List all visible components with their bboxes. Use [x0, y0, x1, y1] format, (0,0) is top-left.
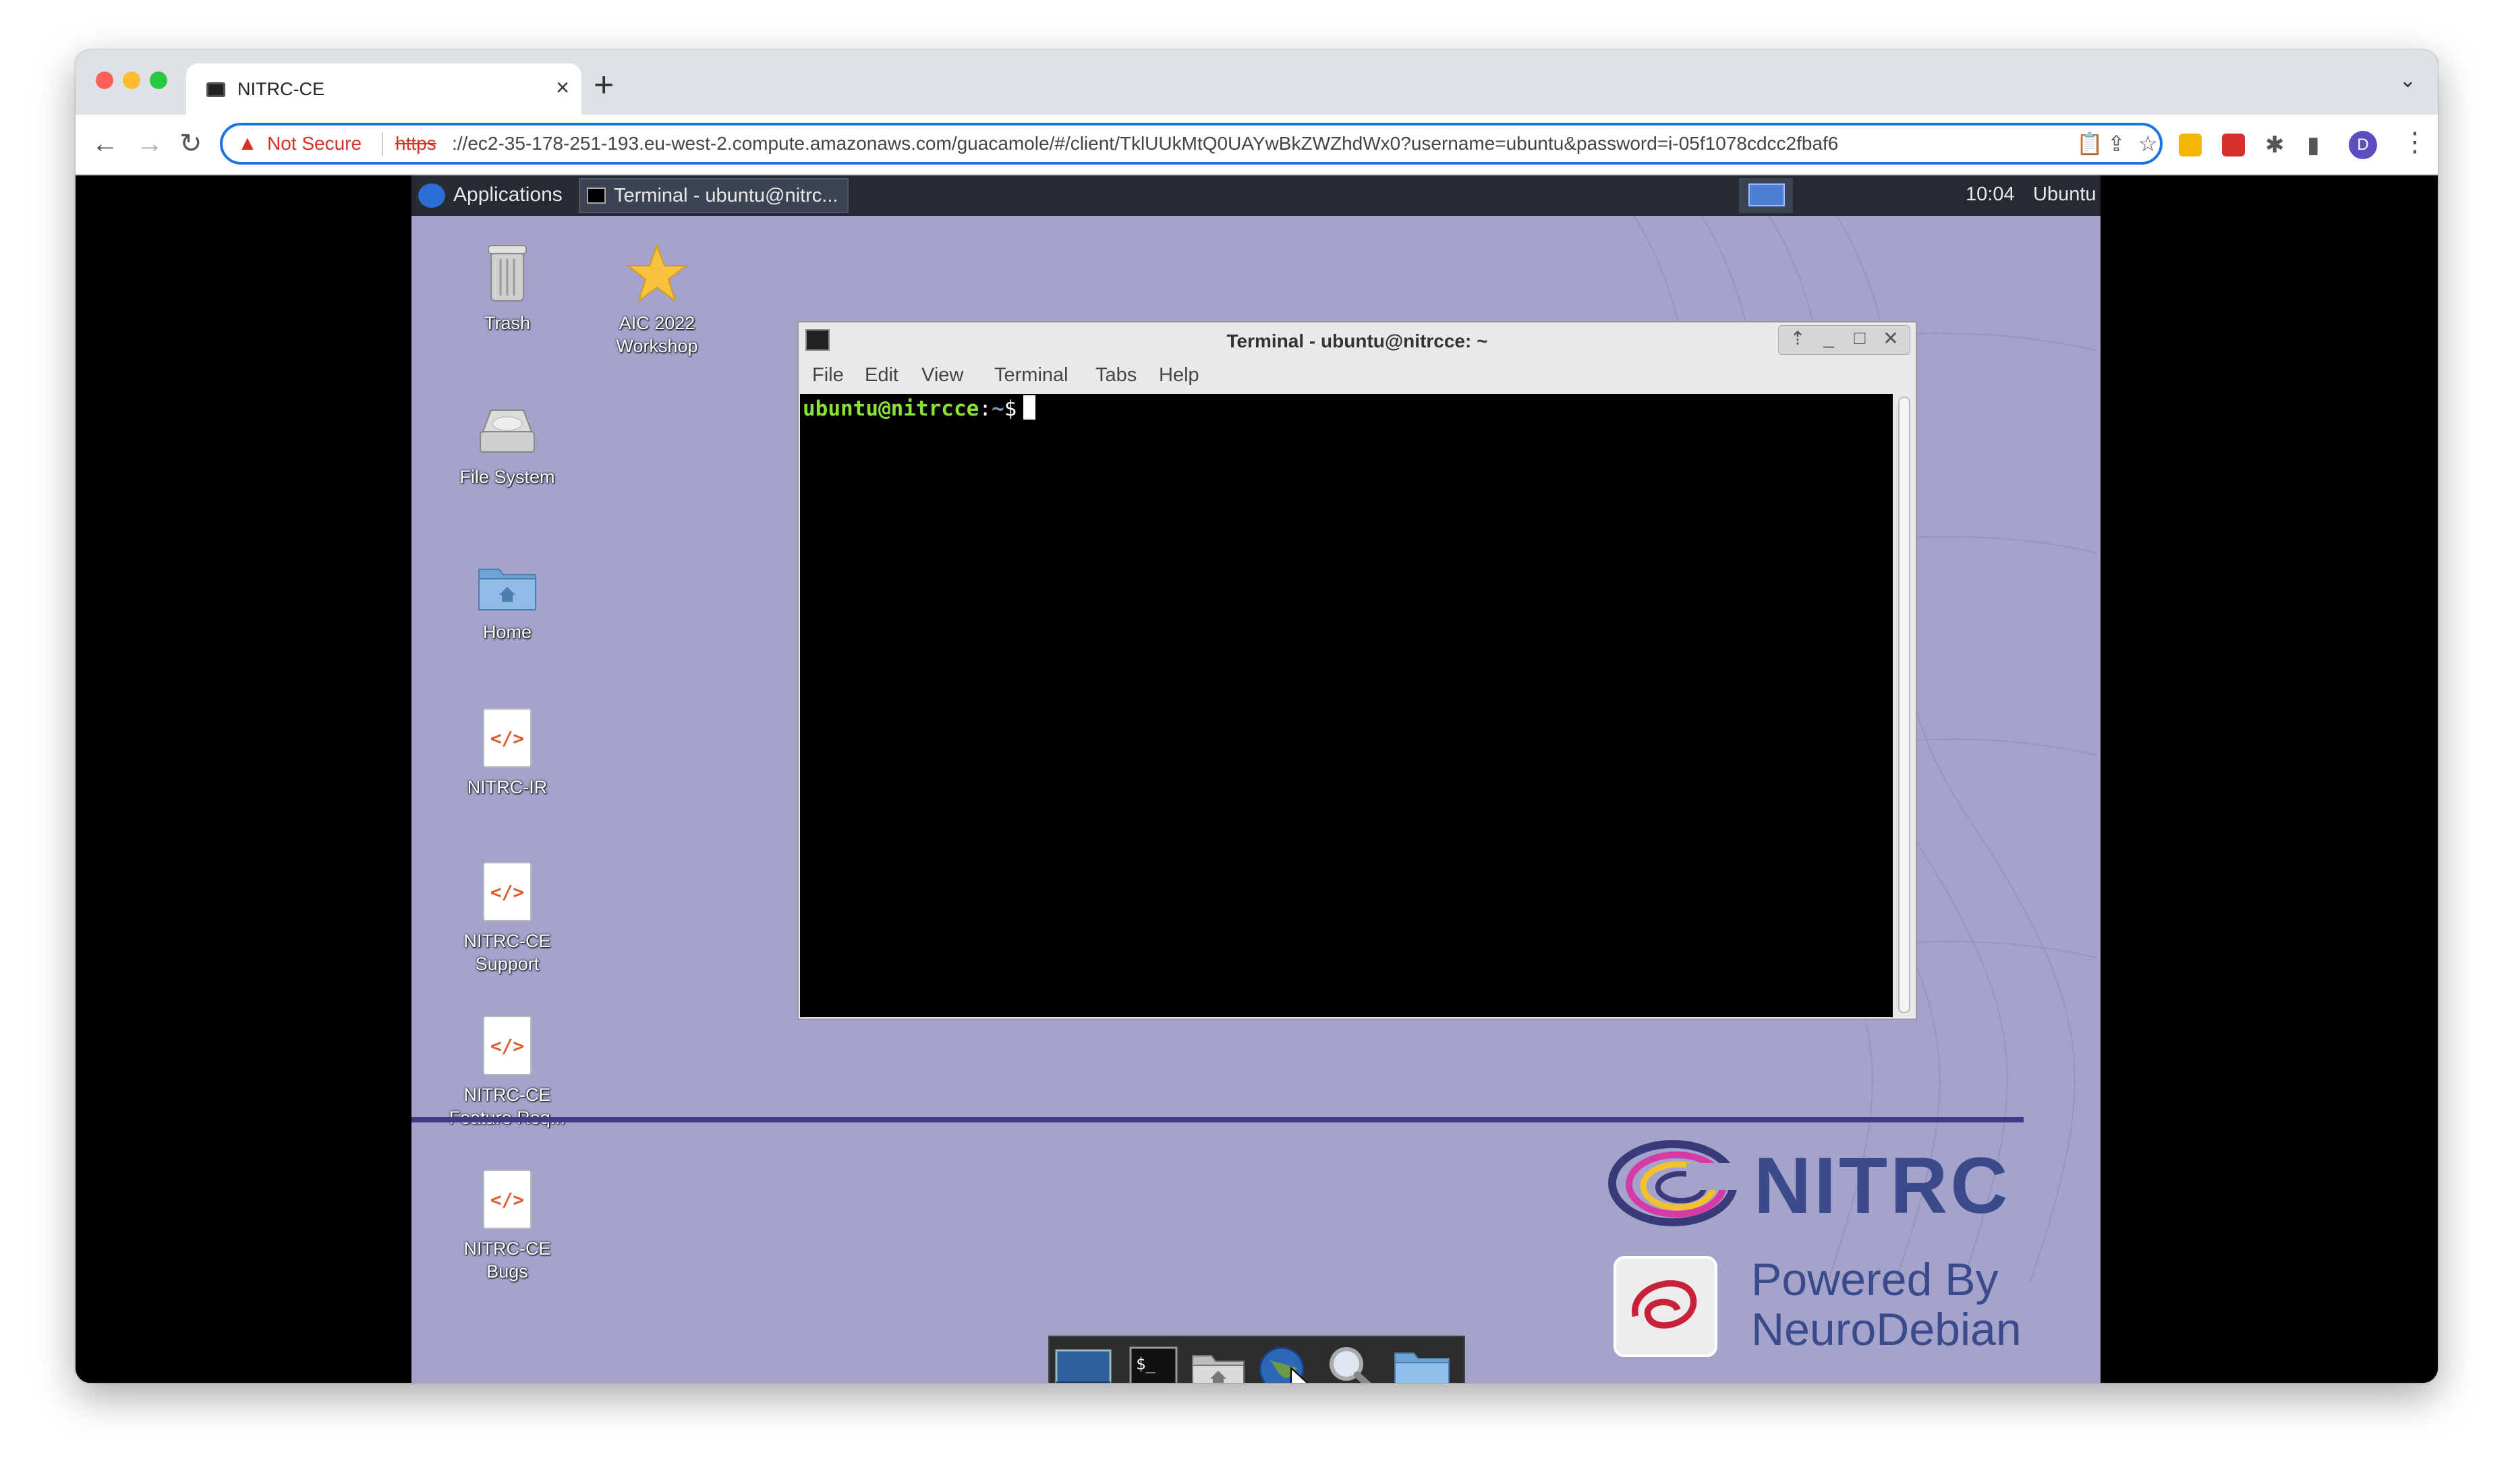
terminal-window[interactable]: Terminal - ubuntu@nitrcce: ~ ⇡ _ □ ✕ Fil… — [797, 321, 1917, 1020]
support-label-line2: Support — [475, 954, 540, 974]
back-icon[interactable]: ← — [92, 127, 119, 161]
show-desktop-icon[interactable] — [1054, 1344, 1113, 1383]
side-panel-icon[interactable]: ▮ — [2307, 128, 2320, 162]
search-icon[interactable] — [1322, 1344, 1381, 1383]
neurodebian-text: NeuroDebian — [1751, 1304, 2022, 1355]
bugs-label-line1: NITRC-CE — [463, 1238, 551, 1259]
terminal-icon — [587, 188, 606, 204]
new-tab-button[interactable]: + — [594, 66, 614, 104]
minimize-window-button[interactable] — [123, 72, 140, 89]
terminal-scrollbar[interactable] — [1898, 397, 1910, 1013]
trash-icon — [488, 245, 527, 302]
neurodebian-logo-icon — [1614, 1256, 1717, 1357]
wallpaper-divider — [411, 1117, 2024, 1122]
menu-help[interactable]: Help — [1159, 364, 1199, 387]
text-cursor — [1023, 395, 1036, 420]
maximize-icon[interactable]: □ — [1846, 327, 1873, 349]
chevron-down-icon[interactable]: ⌄ — [2399, 69, 2416, 92]
html-file-icon: </> — [483, 862, 532, 921]
tab-strip: NITRC-CE × + ⌄ — [76, 50, 2438, 115]
shell-prompt: ubuntu@nitrcce:~$ — [803, 395, 1036, 421]
puzzle-extensions-icon[interactable]: ✱ — [2265, 128, 2285, 162]
home-folder-launcher-icon[interactable] — [1189, 1344, 1248, 1383]
terminal-menubar: File Edit View Terminal Tabs Help — [799, 358, 1916, 393]
home-label: Home — [482, 622, 532, 642]
filesystem-label: File System — [459, 467, 555, 487]
browser-tab[interactable]: NITRC-CE × — [186, 63, 581, 115]
applications-menu[interactable]: Applications — [411, 175, 563, 216]
terminal-screen[interactable]: ubuntu@nitrcce:~$ — [800, 394, 1893, 1017]
workspace-switcher[interactable] — [1739, 178, 1793, 213]
powered-by-text: Powered By — [1751, 1254, 1999, 1305]
web-browser-globe-icon[interactable] — [1255, 1344, 1314, 1383]
taskbar-terminal-button[interactable]: Terminal - ubuntu@nitrc... — [579, 178, 849, 213]
file-manager-folder-icon[interactable] — [1392, 1344, 1452, 1383]
taskbar-terminal-label: Terminal - ubuntu@nitrc... — [614, 185, 838, 206]
terminal-title: Terminal - ubuntu@nitrcce: ~ — [1226, 331, 1488, 351]
hard-drive-icon — [480, 409, 535, 453]
prompt-symbol: $ — [1004, 397, 1017, 421]
trash-label: Trash — [484, 313, 530, 333]
not-secure-label[interactable]: Not Secure — [267, 133, 362, 154]
html-file-icon: </> — [483, 1016, 532, 1075]
star-icon — [626, 244, 688, 303]
browser-window: NITRC-CE × + ⌄ ← → ↻ ▲ Not Secure https … — [76, 50, 2438, 1383]
nitrc-ir-label: NITRC-IR — [467, 777, 548, 797]
workspace-icon — [1748, 183, 1785, 206]
nitrc-logo-icon — [1608, 1140, 1740, 1226]
url-scheme: https — [395, 133, 436, 154]
panel-clock[interactable]: 10:04 — [1966, 183, 2015, 206]
menu-terminal[interactable]: Terminal — [994, 364, 1068, 387]
home-folder-icon — [478, 569, 536, 610]
prompt-path: ~ — [991, 397, 1004, 421]
browser-toolbar: ← → ↻ ▲ Not Secure https ://ec2-35-178-2… — [76, 115, 2438, 175]
html-file-icon: </> — [483, 1170, 532, 1229]
profile-avatar[interactable]: D — [2349, 131, 2377, 159]
clipboard-icon[interactable]: 📋 — [2076, 131, 2103, 156]
reload-icon[interactable]: ↻ — [179, 127, 202, 161]
terminal-launcher-icon[interactable]: $_ — [1124, 1344, 1183, 1383]
svg-text:$_: $_ — [1136, 1354, 1155, 1373]
extension-icon[interactable] — [2222, 134, 2245, 156]
address-separator — [382, 132, 383, 156]
share-icon[interactable]: ⇪ — [2107, 131, 2125, 156]
bugs-label-line2: Bugs — [486, 1261, 528, 1282]
extension-icon[interactable] — [2179, 134, 2202, 156]
panel-user[interactable]: Ubuntu — [2033, 183, 2096, 206]
html-file-icon: </> — [483, 708, 532, 768]
minimize-icon[interactable]: _ — [1815, 327, 1842, 349]
prompt-separator: : — [979, 397, 992, 421]
address-bar[interactable]: ▲ Not Secure https ://ec2-35-178-251-193… — [220, 123, 2163, 165]
prompt-user: ubuntu@nitrcce — [803, 397, 979, 421]
more-menu-icon[interactable]: ⋮ — [2401, 127, 2428, 158]
menu-view[interactable]: View — [921, 364, 963, 387]
applications-label: Applications — [453, 183, 563, 206]
tab-title: NITRC-CE — [237, 79, 324, 99]
warning-icon: ▲ — [237, 132, 258, 154]
terminal-favicon-icon — [206, 82, 225, 97]
tab-close-button[interactable]: × — [556, 74, 569, 101]
close-window-button[interactable] — [96, 72, 113, 89]
forward-icon[interactable]: → — [136, 127, 163, 161]
bottom-dock: $_ — [1048, 1336, 1465, 1383]
workshop-label-line2: Workshop — [616, 336, 698, 356]
remote-desktop[interactable]: Applications Terminal - ubuntu@nitrc... … — [411, 175, 2101, 1383]
close-icon[interactable]: ✕ — [1877, 327, 1904, 349]
url-text: ://ec2-35-178-251-193.eu-west-2.compute.… — [452, 133, 1839, 154]
workshop-label-line1: AIC 2022 — [619, 313, 695, 333]
xfce-logo-icon — [418, 183, 445, 208]
maximize-window-button[interactable] — [150, 72, 167, 89]
support-label-line1: NITRC-CE — [463, 931, 551, 951]
menu-edit[interactable]: Edit — [865, 364, 898, 387]
feature-label-line1: NITRC-CE — [463, 1085, 551, 1105]
terminal-titlebar[interactable]: Terminal - ubuntu@nitrcce: ~ ⇡ _ □ ✕ — [799, 322, 1916, 358]
remote-viewport: Applications Terminal - ubuntu@nitrc... … — [76, 175, 2438, 1383]
menu-tabs[interactable]: Tabs — [1095, 364, 1137, 387]
menu-file[interactable]: File — [812, 364, 844, 387]
nitrc-wordmark: NITRC — [1754, 1141, 2011, 1230]
bookmark-star-icon[interactable]: ☆ — [2138, 131, 2158, 156]
top-panel: Applications Terminal - ubuntu@nitrc... … — [411, 175, 2101, 216]
window-controls: ⇡ _ □ ✕ — [1778, 325, 1910, 355]
shade-icon[interactable]: ⇡ — [1784, 327, 1811, 349]
